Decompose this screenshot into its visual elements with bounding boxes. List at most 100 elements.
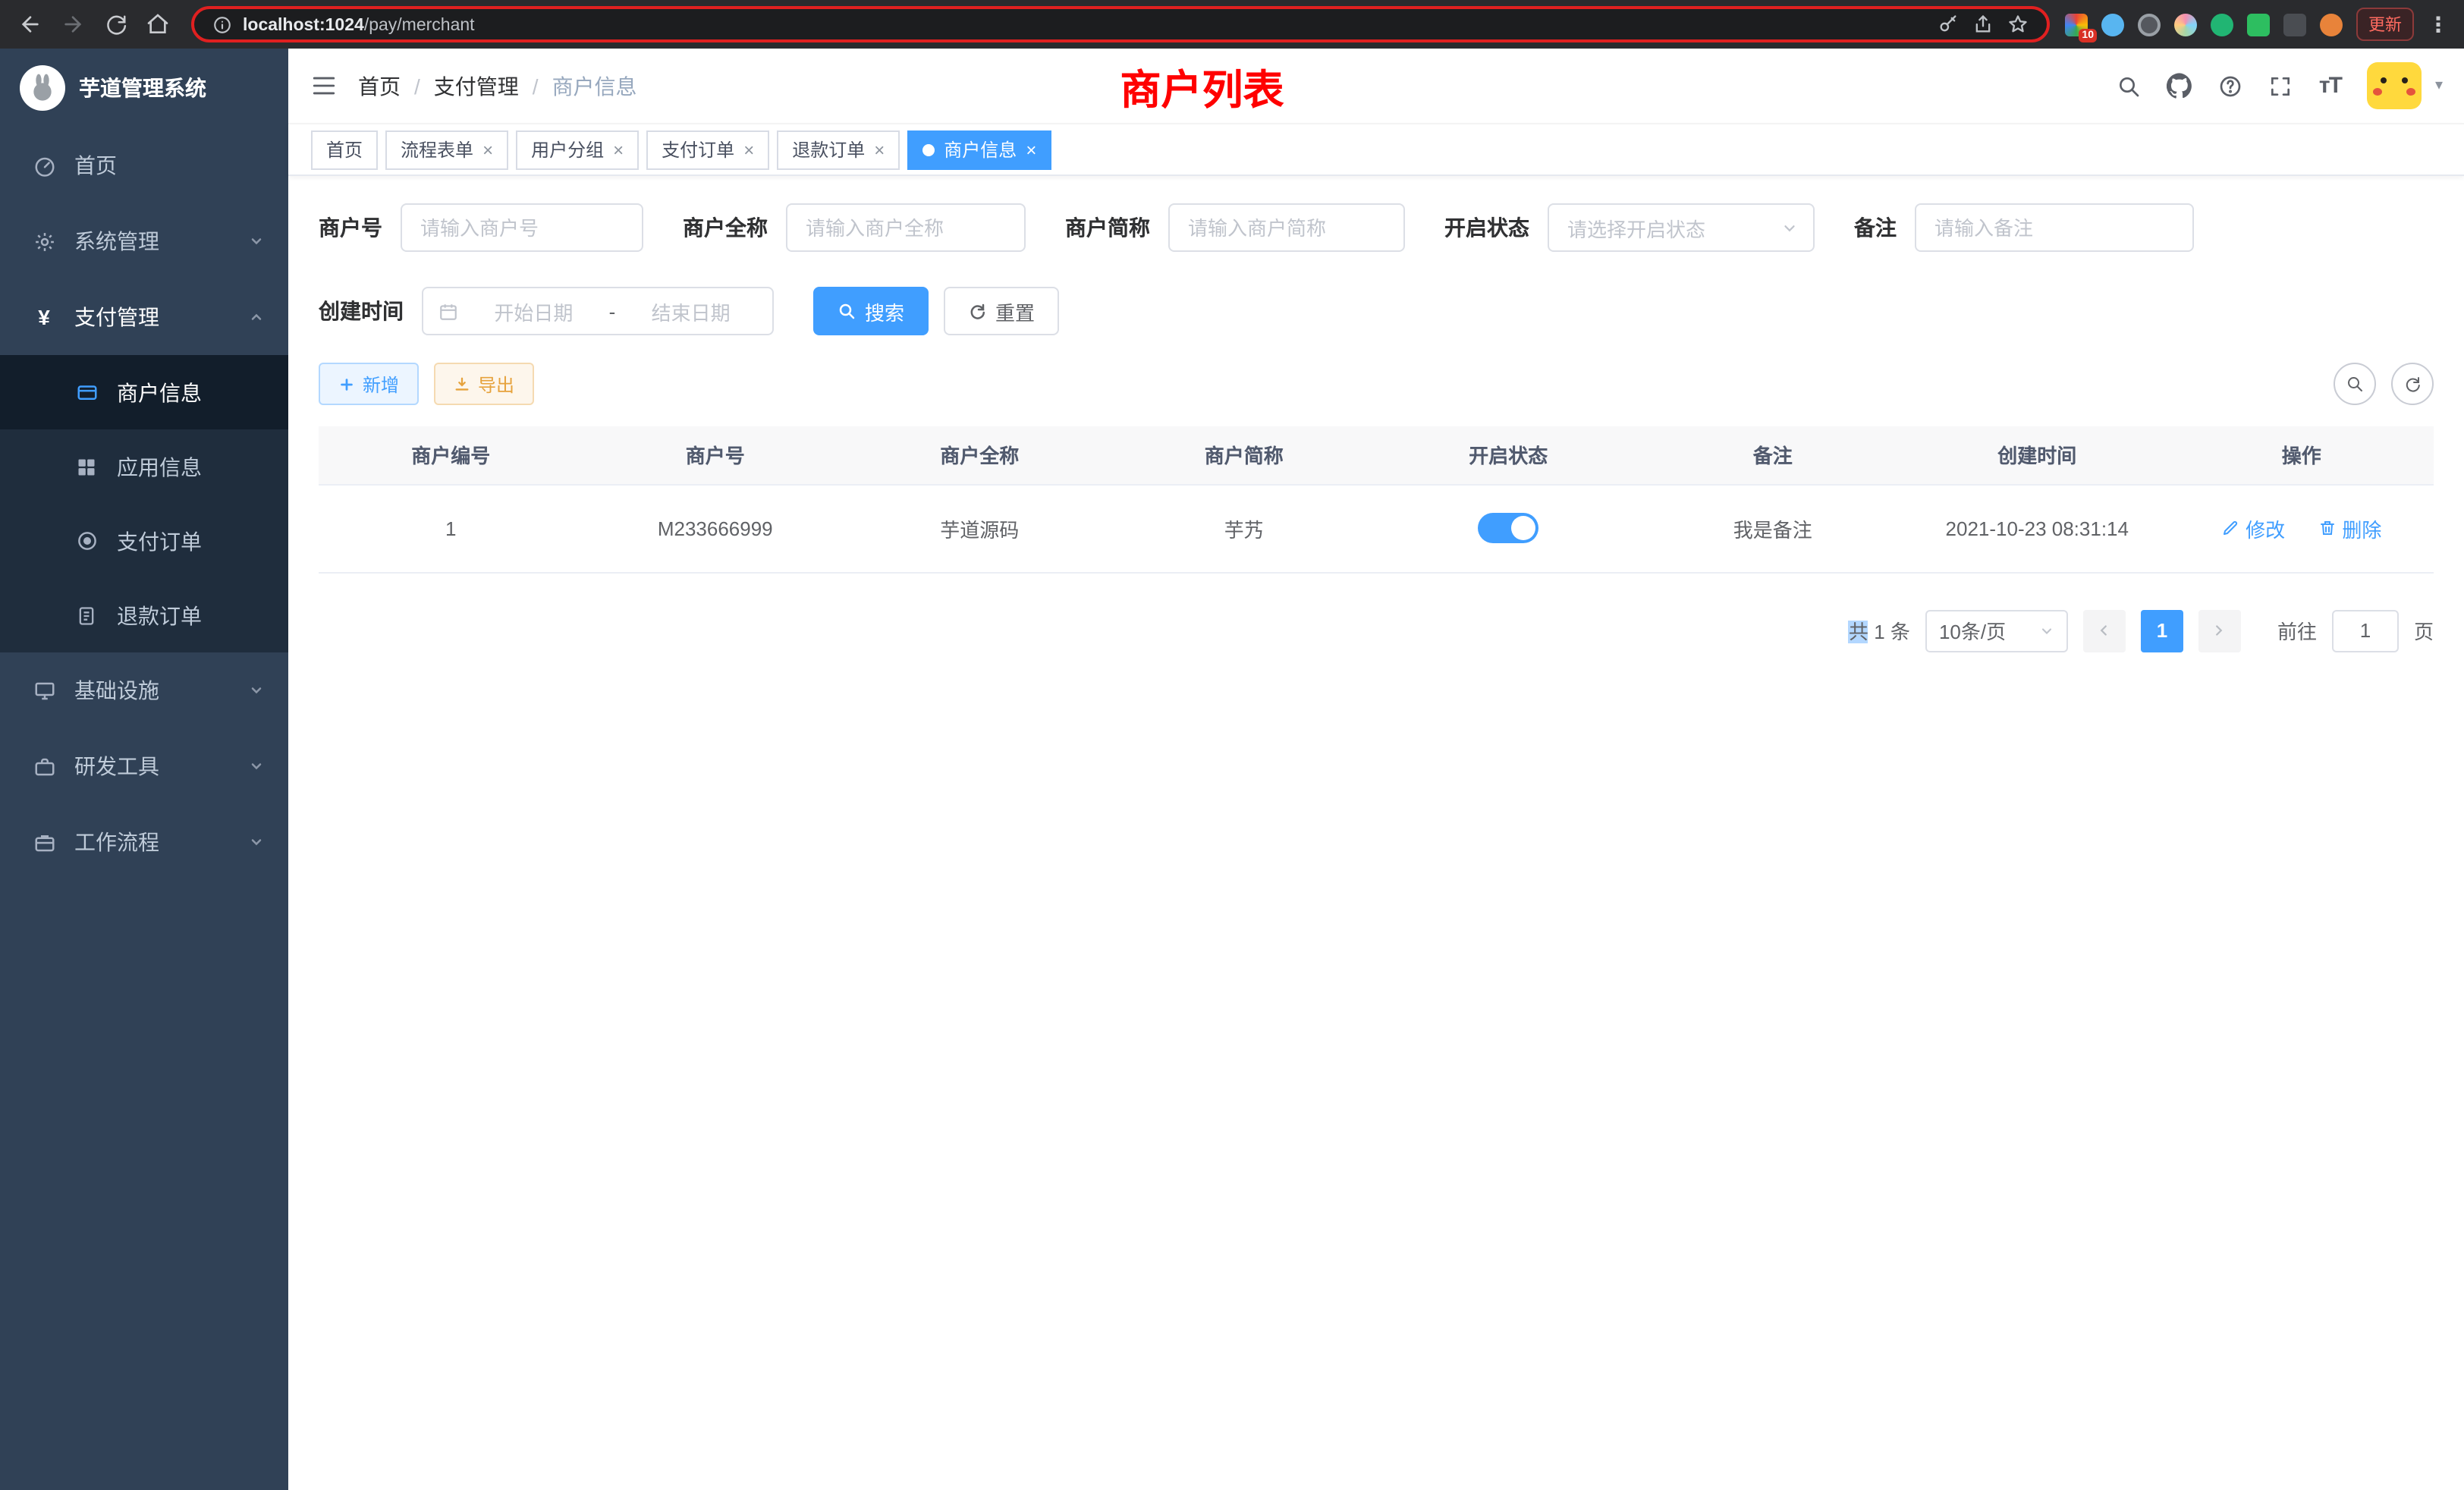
extension-icon-3[interactable] [2138, 13, 2161, 36]
chevron-down-icon [249, 683, 264, 698]
user-avatar[interactable] [2367, 62, 2422, 109]
goto-page-input[interactable] [2332, 609, 2399, 652]
breadcrumb-payment[interactable]: 支付管理 [434, 71, 519, 101]
reload-button[interactable] [97, 6, 134, 42]
breadcrumb-home[interactable]: 首页 [358, 71, 401, 101]
back-button[interactable] [12, 6, 49, 42]
extension-icon-4[interactable] [2174, 13, 2197, 36]
sidebar-item-merchant-info[interactable]: 商户信息 [0, 355, 288, 429]
extension-icon-1[interactable]: 10 [2065, 13, 2088, 36]
avatar-caret-icon[interactable]: ▾ [2435, 77, 2443, 94]
header-tools: ᴛT ▾ [2117, 49, 2443, 123]
status-select[interactable]: 请选择开启状态 [1548, 203, 1815, 252]
browser-extensions-area: 10 更新 ⋮ [2065, 8, 2452, 41]
tag-merchant-info[interactable]: 商户信息× [907, 130, 1051, 169]
cell-create-time: 2021-10-23 08:31:14 [1905, 484, 2170, 572]
bookmark-star-icon[interactable] [2007, 14, 2029, 35]
tag-payment-orders[interactable]: 支付订单× [646, 130, 769, 169]
next-page-button[interactable] [2198, 609, 2241, 652]
sidebar-item-home[interactable]: 首页 [0, 127, 288, 203]
sidebar-item-label: 退款订单 [117, 600, 202, 630]
close-icon[interactable]: × [613, 140, 624, 159]
close-icon[interactable]: × [743, 140, 754, 159]
dashboard-icon [27, 154, 61, 177]
cell-full-name: 芋道源码 [847, 484, 1112, 572]
full-name-input[interactable] [786, 203, 1026, 252]
card-icon [70, 381, 103, 404]
header-search-icon[interactable] [2117, 74, 2142, 98]
search-form: 商户号 商户全称 商户简称 开启状态 请选择开启状态 [288, 176, 2464, 335]
tag-user-group[interactable]: 用户分组× [516, 130, 639, 169]
tag-process-form[interactable]: 流程表单× [385, 130, 508, 169]
edit-link[interactable]: 修改 [2221, 514, 2285, 542]
delete-link[interactable]: 删除 [2318, 514, 2381, 542]
address-bar[interactable]: localhost:1024/pay/merchant [191, 6, 2050, 42]
tag-home[interactable]: 首页 [311, 130, 378, 169]
help-icon[interactable] [2219, 74, 2243, 98]
sidebar-item-label: 支付订单 [117, 526, 202, 556]
export-button[interactable]: 导出 [434, 363, 534, 405]
col-actions: 操作 [2170, 426, 2434, 484]
close-icon[interactable]: × [1026, 140, 1036, 159]
prev-page-button[interactable] [2083, 609, 2126, 652]
sidebar-item-payment-orders[interactable]: 支付订单 [0, 504, 288, 578]
chevron-left-icon [2096, 622, 2113, 639]
show-search-toggle-button[interactable] [2334, 363, 2376, 405]
sidebar-item-app-info[interactable]: 应用信息 [0, 429, 288, 504]
sidebar-item-workflow[interactable]: 工作流程 [0, 804, 288, 880]
current-page-button[interactable]: 1 [2141, 609, 2183, 652]
page-annotation: 商户列表 [1120, 56, 1284, 115]
cell-merchant-id: 1 [319, 484, 583, 572]
page-size-select[interactable]: 10条/页 [1925, 609, 2068, 652]
col-full-name: 商户全称 [847, 426, 1112, 484]
status-toggle[interactable] [1478, 513, 1538, 543]
extension-icon-5[interactable] [2211, 13, 2233, 36]
github-icon[interactable] [2167, 73, 2193, 99]
forward-button[interactable] [55, 6, 91, 42]
refresh-table-button[interactable] [2391, 363, 2434, 405]
search-button[interactable]: 搜索 [813, 287, 929, 335]
app-logo: 芋道管理系统 [0, 49, 288, 127]
url-path: /pay/merchant [364, 17, 475, 35]
sidebar-item-payment[interactable]: ¥ 支付管理 [0, 279, 288, 355]
share-icon[interactable] [1972, 14, 1994, 35]
monitor-icon [27, 679, 61, 702]
sidebar-item-system[interactable]: 系统管理 [0, 203, 288, 279]
short-name-input[interactable] [1168, 203, 1405, 252]
extension-icon-2[interactable] [2101, 13, 2124, 36]
sidebar-item-label: 商户信息 [117, 377, 202, 407]
browser-menu-icon[interactable]: ⋮ [2428, 11, 2449, 37]
extension-icon-7[interactable] [2283, 13, 2306, 36]
browser-update-button[interactable]: 更新 [2356, 8, 2414, 41]
extension-badge: 10 [2079, 28, 2097, 42]
sidebar-toggle-icon[interactable] [311, 73, 337, 99]
refresh-icon [2403, 375, 2422, 393]
grid-icon [70, 456, 103, 477]
fullscreen-icon[interactable] [2269, 74, 2293, 98]
sidebar-item-infra[interactable]: 基础设施 [0, 652, 288, 728]
document-icon [70, 605, 103, 626]
merchant-table-wrapper: 商户编号 商户号 商户全称 商户简称 开启状态 备注 创建时间 操作 1 M23… [288, 405, 2464, 573]
sidebar-item-dev-tools[interactable]: 研发工具 [0, 728, 288, 804]
password-key-icon[interactable] [1938, 14, 1959, 35]
site-info-icon[interactable] [212, 14, 232, 34]
goto-label: 前往 [2277, 616, 2317, 645]
home-button[interactable] [140, 6, 176, 42]
end-date-placeholder[interactable]: 结束日期 [624, 297, 757, 325]
start-date-placeholder[interactable]: 开始日期 [467, 297, 600, 325]
extension-icon-6[interactable] [2247, 13, 2270, 36]
font-size-icon[interactable]: ᴛT [2319, 73, 2341, 99]
create-time-range-picker[interactable]: 开始日期 - 结束日期 [422, 287, 774, 335]
extension-icon-8[interactable] [2320, 13, 2343, 36]
tag-refund-orders[interactable]: 退款订单× [777, 130, 900, 169]
sidebar-item-label: 系统管理 [74, 226, 159, 256]
merchant-no-input[interactable] [401, 203, 643, 252]
add-button[interactable]: 新增 [319, 363, 419, 405]
close-icon[interactable]: × [874, 140, 885, 159]
close-icon[interactable]: × [482, 140, 493, 159]
remark-input[interactable] [1915, 203, 2194, 252]
reset-button[interactable]: 重置 [944, 287, 1059, 335]
sidebar-item-refund-orders[interactable]: 退款订单 [0, 578, 288, 652]
download-icon [454, 376, 470, 392]
main-content: 首页 / 支付管理 / 商户信息 商户列表 ᴛT [288, 49, 2464, 1490]
